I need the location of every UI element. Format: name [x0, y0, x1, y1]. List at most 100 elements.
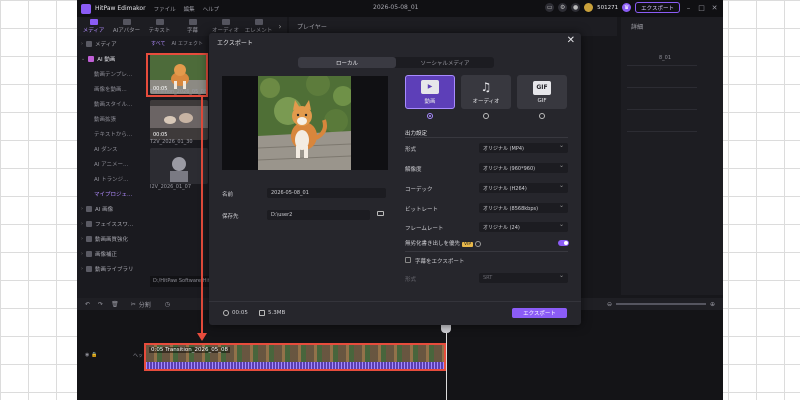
- sidebar-item-media[interactable]: › メディア: [77, 36, 147, 51]
- sidebar-item-video-style[interactable]: 動画スタイル...: [77, 96, 147, 111]
- close-window-icon[interactable]: ✕: [710, 4, 719, 12]
- tab-text[interactable]: テキスト: [143, 17, 176, 36]
- minimize-icon[interactable]: –: [684, 4, 693, 12]
- lossless-row: 無劣化書き出しを優先 VIP: [405, 239, 482, 247]
- chevron-right-icon: ›: [81, 250, 83, 257]
- menu-file[interactable]: ファイル: [154, 5, 176, 13]
- menu-edit[interactable]: 編集: [184, 5, 195, 13]
- user-avatar[interactable]: ●: [571, 3, 581, 12]
- sidebar-item-label: AI アニメー...: [94, 161, 129, 168]
- close-icon[interactable]: ✕: [567, 35, 575, 46]
- crown-icon[interactable]: ♛: [622, 3, 632, 12]
- speed-icon[interactable]: ◷: [165, 301, 170, 308]
- thumbnail-caption: T2V_2026_01_30: [150, 139, 193, 145]
- annotation-arrow-line: [201, 97, 203, 335]
- sidebar-item-face-swap[interactable]: › フェイススワ...: [77, 216, 147, 231]
- project-name: 2026-05-08_01: [373, 4, 419, 11]
- media-thumbnail[interactable]: [150, 148, 208, 184]
- sidebar-item-label: フェイススワ...: [95, 221, 134, 228]
- details-label[interactable]: 詳細: [631, 22, 643, 31]
- radio-audio[interactable]: [483, 113, 489, 119]
- export-dialog: エクスポート ✕ ローカル ソーシャルメディア 名前 2026-05-08_01…: [209, 33, 581, 325]
- sidebar-item-label: 動画スタイル...: [94, 101, 133, 108]
- sidebar-item-video-extend[interactable]: 動画拡張: [77, 111, 147, 126]
- sidebar-item-video-enhance[interactable]: › 動画画質強化: [77, 231, 147, 246]
- radio-video[interactable]: [427, 113, 433, 119]
- split-label[interactable]: 分割: [139, 300, 151, 309]
- sidebar-item-ai-transition[interactable]: AI トランジ...: [77, 171, 147, 186]
- folder-icon[interactable]: [377, 211, 384, 216]
- export-button[interactable]: エクスポート: [512, 308, 567, 318]
- sidebar-item-ai-image[interactable]: › AI 画像: [77, 201, 147, 216]
- menu-help[interactable]: ヘルプ: [203, 5, 220, 13]
- gif-icon: GIF: [533, 80, 551, 95]
- sidebar-item-my-projects[interactable]: マイプロジェ...: [77, 186, 147, 201]
- split-icon[interactable]: ✂: [131, 301, 136, 308]
- info-icon[interactable]: [475, 240, 482, 247]
- monitor-icon[interactable]: ▭: [545, 3, 555, 12]
- sidebar-item-label: 画像を動画...: [94, 86, 127, 93]
- clock-icon: [223, 310, 229, 316]
- maximize-icon[interactable]: □: [697, 4, 706, 12]
- format-gif-card[interactable]: GIF GIF: [517, 75, 567, 109]
- bitrate-select[interactable]: オリジナル (8568kbps): [479, 202, 568, 213]
- chevron-down-icon: ⌄: [81, 55, 86, 62]
- format-cards: ▶ 動画 ♫ オーディオ GIF GIF: [405, 75, 567, 109]
- format-video-card[interactable]: ▶ 動画: [405, 75, 455, 109]
- divider: [627, 109, 697, 110]
- tab-local[interactable]: ローカル: [298, 57, 396, 68]
- subtitle-format-select[interactable]: SRT: [479, 272, 568, 283]
- clip-waveform: [146, 362, 444, 369]
- chevron-right-icon: ›: [81, 220, 83, 227]
- app-name: HitPaw Edimakor: [95, 5, 146, 12]
- details-row: 8_01: [659, 55, 672, 61]
- sidebar-item-label: 動画テンプレ...: [94, 71, 133, 78]
- track-header-icons[interactable]: ◉ 🔒: [85, 352, 97, 358]
- track-label: ヘッ: [133, 353, 144, 359]
- setting-label: 解像度: [405, 167, 422, 173]
- sidebar-item-label: AI ダンス: [94, 146, 118, 153]
- redo-icon[interactable]: ↷: [98, 301, 103, 308]
- media-thumbnail[interactable]: 00:05: [150, 100, 208, 140]
- settings-icon[interactable]: ⚙: [558, 3, 568, 12]
- sidebar-item-ai-video[interactable]: ⌄ AI 動画: [77, 51, 147, 66]
- sidebar-item-image-to-video[interactable]: 画像を動画...: [77, 81, 147, 96]
- zoom-slider[interactable]: [615, 303, 706, 305]
- sidebar-item-video-library[interactable]: › 動画ライブラリ: [77, 261, 147, 276]
- format-label: オーディオ: [472, 98, 500, 105]
- tab-ai-avatar[interactable]: AIアバター: [110, 17, 143, 36]
- sidebar-item-image-correct[interactable]: › 画像補正: [77, 246, 147, 261]
- top-export-button[interactable]: エクスポート: [635, 2, 680, 13]
- size-info: 5.3MB: [259, 310, 285, 316]
- tab-subtitles[interactable]: 字幕: [176, 17, 209, 36]
- top-export-label: エクスポート: [641, 5, 674, 12]
- media-tab-all[interactable]: すべて: [151, 40, 165, 47]
- zoom-out-icon[interactable]: ⊖: [607, 301, 612, 308]
- timeline-clip[interactable]: 0:05 Transition_2026_05_08: [144, 343, 446, 371]
- subtitle-checkbox[interactable]: [405, 257, 411, 263]
- format-select[interactable]: オリジナル (MP4): [479, 142, 568, 153]
- zoom-in-icon[interactable]: ⊕: [710, 301, 715, 308]
- media-tab-ai-effect[interactable]: AI エフェクト: [171, 40, 203, 47]
- sidebar-item-ai-animation[interactable]: AI アニメー...: [77, 156, 147, 171]
- save-location-input[interactable]: D:\user2: [267, 210, 370, 220]
- radio-gif[interactable]: [539, 113, 545, 119]
- sidebar-item-ai-dance[interactable]: AI ダンス: [77, 141, 147, 156]
- divider: [405, 251, 568, 252]
- details-panel: 詳細 8_01: [621, 17, 723, 295]
- codec-select[interactable]: オリジナル (H264): [479, 182, 568, 193]
- name-input[interactable]: 2026-05-08_01: [267, 188, 386, 198]
- format-audio-card[interactable]: ♫ オーディオ: [461, 75, 511, 109]
- timeline-tracks: ◉ 🔒 ヘッ 0:05 Transition_2026_05_08: [77, 338, 723, 400]
- sidebar-item-label: AI 画像: [95, 206, 114, 213]
- trash-icon[interactable]: 🗑: [111, 301, 119, 308]
- lossless-toggle[interactable]: [558, 240, 569, 246]
- framerate-select[interactable]: オリジナル (24): [479, 221, 568, 232]
- tab-social-media[interactable]: ソーシャルメディア: [396, 57, 494, 68]
- undo-icon[interactable]: ↶: [85, 301, 90, 308]
- resolution-select[interactable]: オリジナル (960*960): [479, 162, 568, 173]
- sidebar-item-text-to-video[interactable]: テキストから...: [77, 126, 147, 141]
- sidebar-item-label: 動画ライブラリ: [95, 266, 134, 273]
- tab-media[interactable]: メディア: [77, 17, 110, 36]
- sidebar-item-video-template[interactable]: 動画テンプレ...: [77, 66, 147, 81]
